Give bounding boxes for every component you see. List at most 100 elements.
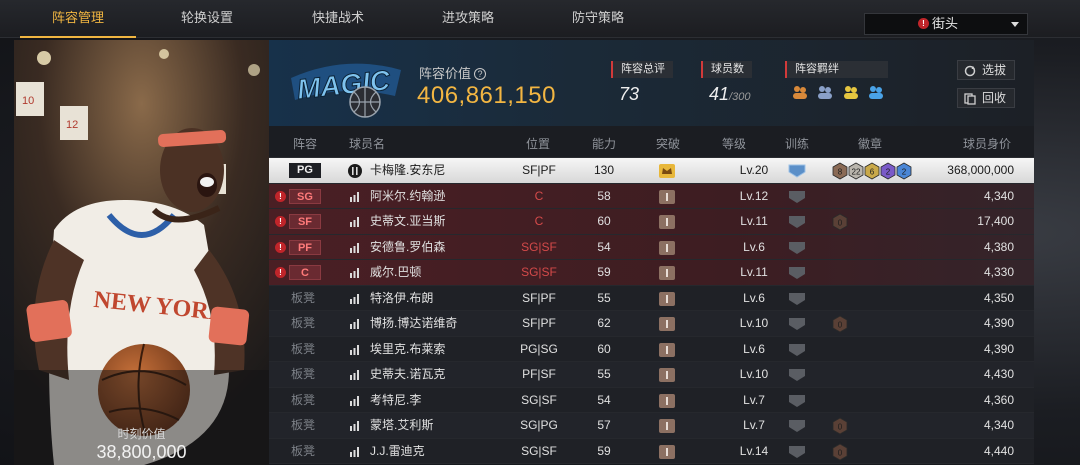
player-position: SF|PF <box>522 316 556 330</box>
table-row[interactable]: PG 卡梅隆.安东尼 SF|PF 130 Lv.20 8 22 6 2 2 368,000,000 <box>269 158 1034 184</box>
player-level: Lv.11 <box>740 265 768 279</box>
player-tier-icon <box>350 293 359 304</box>
table-row[interactable]: ! SF 史蒂文.亚当斯 C 60 Lv.11 0 17,400 <box>269 209 1034 235</box>
table-row[interactable]: 板凳 埃里克.布莱索 PG|SG 60 Lv.6 4,390 <box>269 336 1034 362</box>
lineup-slot-badge: SF <box>289 214 321 229</box>
badge-icons: 0 <box>832 417 848 435</box>
training-shield-icon <box>789 190 805 203</box>
svg-text:0: 0 <box>838 219 843 228</box>
breakthrough-icon <box>659 368 675 382</box>
col-level: 等级 <box>722 137 747 151</box>
breakthrough-icon <box>659 444 675 459</box>
player-position: SG|SF <box>521 265 557 279</box>
player-position: SF|PF <box>522 290 556 305</box>
table-row[interactable]: ! C 威尔.巴顿 SG|SF 59 Lv.11 4,330 <box>269 260 1034 286</box>
player-ability: 60 <box>597 341 611 356</box>
tab-quick-tactics[interactable]: 快捷战术 <box>274 0 402 38</box>
chemistry-group-icon[interactable] <box>816 84 834 105</box>
tab-offense-strategy[interactable]: 进攻策略 <box>404 0 532 38</box>
training-shield-icon <box>789 292 805 305</box>
team-chemistry: 阵容羁绊 <box>785 61 889 105</box>
badge-group: 0 <box>832 213 848 234</box>
player-price: 4,430 <box>983 367 1014 381</box>
bench-label: 板凳 <box>291 443 316 458</box>
player-name: J.J.雷迪克 <box>370 443 425 458</box>
top-nav: 阵容管理 轮换设置 快捷战术 进攻策略 防守策略 ! 街头 <box>0 0 1080 38</box>
server-dropdown[interactable]: ! 街头 <box>864 13 1028 35</box>
table-row[interactable]: ! PF 安德鲁.罗伯森 SG|SF 54 Lv.6 4,380 <box>269 234 1034 260</box>
training-shield-icon <box>789 420 805 432</box>
training-shield-icon <box>789 369 805 381</box>
svg-text:22: 22 <box>852 168 861 177</box>
player-position: SG|SF <box>521 443 557 458</box>
player-count-label: 球员数 <box>701 61 752 78</box>
help-icon[interactable]: ? <box>474 68 487 80</box>
player-level: Lv.7 <box>743 418 765 432</box>
team-header: MAGIC 阵容价值? 406,861,150 阵容总评 73 球员数 41/3… <box>269 40 1034 126</box>
warning-icon: ! <box>275 241 286 253</box>
breakthrough-icon <box>659 291 675 306</box>
breakthrough-icon <box>659 266 675 280</box>
chemistry-group-icon[interactable] <box>842 84 860 105</box>
player-price: 4,340 <box>983 188 1014 203</box>
player-level: Lv.10 <box>739 316 769 330</box>
overall-label: 阵容总评 <box>611 61 673 78</box>
player-illustration: 10 12 15 NEW YORK <box>14 40 269 465</box>
warning-icon: ! <box>275 267 286 278</box>
player-name: 史蒂文.亚当斯 <box>370 214 446 228</box>
player-tier-icon <box>350 319 359 329</box>
bench-label: 板凳 <box>291 367 316 381</box>
col-breakthrough: 突破 <box>656 137 681 151</box>
tab-lineup-management[interactable]: 阵容管理 <box>14 0 142 38</box>
player-ability: 59 <box>597 443 611 458</box>
chemistry-icons[interactable] <box>791 84 888 105</box>
table-header: 阵容 球员名 位置 能力 突破 等级 训练 徽章 球员身价 <box>269 126 1034 158</box>
table-row[interactable]: 板凳 史蒂夫.诺瓦克 PF|SF 55 Lv.10 4,430 <box>269 362 1034 388</box>
warning-icon: ! <box>275 190 286 202</box>
table-row[interactable]: 板凳 博扬.博达诺维奇 SF|PF 62 Lv.10 0 4,390 <box>269 311 1034 337</box>
table-row[interactable]: ! SG 阿米尔.约翰逊 C 58 Lv.12 4,340 <box>269 183 1034 209</box>
chemistry-group-icon[interactable] <box>867 84 885 105</box>
table-row[interactable]: 板凳 蒙塔.艾利斯 SG|PG 57 Lv.7 0 4,340 <box>269 413 1034 439</box>
chemistry-group-icon[interactable] <box>791 84 809 105</box>
breakthrough-icon <box>659 317 675 331</box>
recycle-icon <box>964 93 976 105</box>
player-tier-icon <box>350 446 359 457</box>
player-tier-icon <box>350 191 359 202</box>
lineup-slot-badge: C <box>289 265 321 280</box>
player-position: SG|SF <box>521 239 557 254</box>
chemistry-label: 阵容羁绊 <box>785 61 889 78</box>
player-ability: 55 <box>597 290 611 305</box>
col-name: 球员名 <box>349 137 386 151</box>
badge-group: 8 22 6 2 2 <box>832 162 912 183</box>
tab-rotation-settings[interactable]: 轮换设置 <box>143 0 271 38</box>
player-ability: 54 <box>597 239 611 254</box>
player-tier-icon <box>350 370 359 380</box>
player-count-value: 41/300 <box>709 84 751 104</box>
overall-value: 73 <box>619 84 640 104</box>
bench-label: 板凳 <box>291 316 316 330</box>
col-ability: 能力 <box>592 137 617 151</box>
breakthrough-icon <box>659 215 675 229</box>
col-position: 位置 <box>526 137 551 151</box>
badge-group: 0 <box>832 315 848 336</box>
training-shield-icon <box>789 343 805 356</box>
player-tier-icon <box>350 395 359 406</box>
table-row[interactable]: 板凳 J.J.雷迪克 SG|SF 59 Lv.14 0 4,440 <box>269 438 1034 464</box>
tab-defense-strategy[interactable]: 防守策略 <box>534 0 662 38</box>
table-row[interactable]: 板凳 考特尼.李 SG|SF 54 Lv.7 4,360 <box>269 387 1034 413</box>
player-position: PF|SF <box>522 367 556 381</box>
player-name: 安德鲁.罗伯森 <box>370 239 446 254</box>
server-name: 街头 <box>932 16 959 31</box>
player-portrait: 10 12 15 NEW YORK 时刻价值 38,800,000 <box>14 40 269 465</box>
table-row[interactable]: 板凳 特洛伊.布朗 SF|PF 55 Lv.6 4,350 <box>269 285 1034 311</box>
breakthrough-icon <box>659 189 675 204</box>
training-shield-icon <box>789 394 805 407</box>
player-position: SF|PF <box>522 163 556 177</box>
player-price: 17,400 <box>977 214 1014 228</box>
svg-text:0: 0 <box>838 448 843 457</box>
select-button[interactable]: 选拔 <box>957 60 1015 80</box>
badge-group: 0 <box>832 417 848 438</box>
recycle-button[interactable]: 回收 <box>957 88 1015 108</box>
lineup-slot-badge: SG <box>289 188 321 204</box>
